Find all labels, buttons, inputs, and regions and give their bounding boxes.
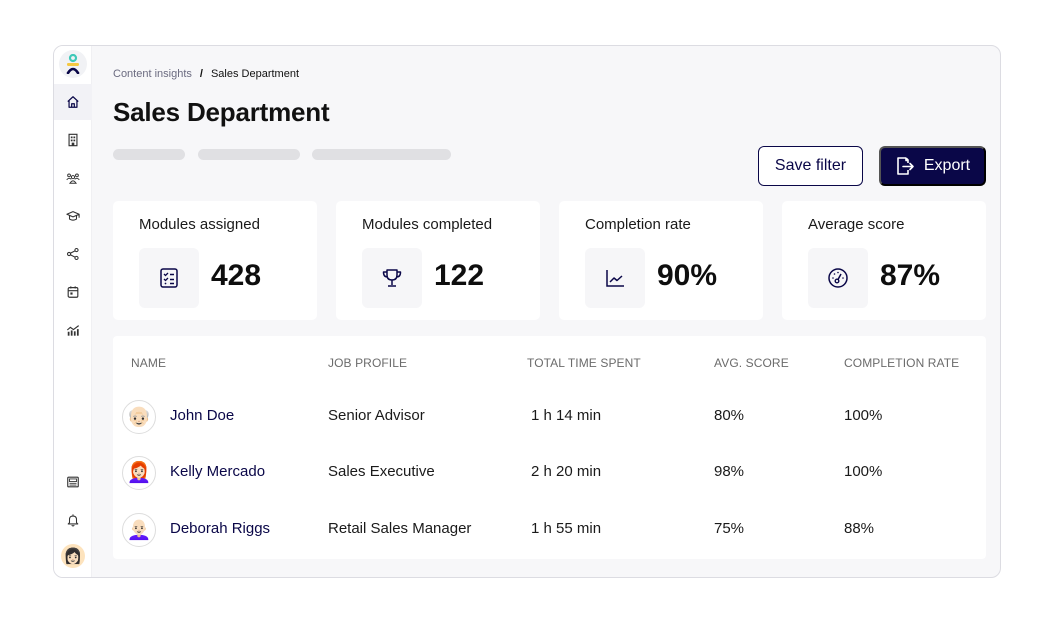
avatar-image: 👩🏻‍🦲 xyxy=(126,519,152,541)
column-header-completion-rate[interactable]: COMPLETION RATE xyxy=(844,356,959,370)
sidebar-item-notifications[interactable] xyxy=(54,502,92,538)
breadcrumb-separator: / xyxy=(199,68,203,80)
table-row[interactable]: 👩🏻‍🦲 Deborah Riggs Retail Sales Manager … xyxy=(113,505,986,555)
app-window: 👩🏻 Content insights / Sales Department S… xyxy=(53,45,1001,578)
breadcrumb-parent-link[interactable]: Content insights xyxy=(113,68,192,80)
time-spent-cell: 1 h 14 min xyxy=(531,407,602,424)
stat-label: Modules completed xyxy=(362,216,493,233)
avg-score-cell: 98% xyxy=(714,463,745,480)
loading-placeholder xyxy=(312,149,451,160)
time-spent-cell: 1 h 55 min xyxy=(531,520,602,537)
save-filter-button[interactable]: Save filter xyxy=(758,146,863,186)
logo-icon xyxy=(66,54,80,74)
breadcrumb: Content insights / Sales Department xyxy=(113,68,299,80)
user-name-link[interactable]: Deborah Riggs xyxy=(170,520,270,537)
table-row[interactable]: 👩🏻‍🦰 Kelly Mercado Sales Executive 2 h 2… xyxy=(113,448,986,498)
stat-card-completion-rate: Completion rate 90% xyxy=(559,201,763,320)
sidebar-item-share[interactable] xyxy=(54,236,92,272)
avatar: 👴🏻 xyxy=(122,400,156,434)
users-icon xyxy=(66,173,80,184)
avatar: 👩🏻‍🦲 xyxy=(122,513,156,547)
stat-value: 87% xyxy=(880,259,941,292)
checklist-icon xyxy=(160,268,178,288)
building-icon xyxy=(68,133,78,147)
page-title: Sales Department xyxy=(113,97,330,127)
completion-rate-cell: 88% xyxy=(844,520,875,537)
completion-rate-cell: 100% xyxy=(844,463,883,480)
calendar-icon xyxy=(67,286,79,298)
stat-card-modules-assigned: Modules assigned 428 xyxy=(113,201,317,320)
home-icon xyxy=(67,96,79,108)
chart-icon xyxy=(66,325,80,336)
avg-score-cell: 75% xyxy=(714,520,745,537)
job-profile-cell: Sales Executive xyxy=(328,463,435,480)
table-row[interactable]: 👴🏻 John Doe Senior Advisor 1 h 14 min 80… xyxy=(113,392,986,442)
time-spent-cell: 2 h 20 min xyxy=(531,463,602,480)
stat-card-modules-completed: Modules completed 122 xyxy=(336,201,540,320)
avatar: 👩🏻‍🦰 xyxy=(122,456,156,490)
stat-value: 122 xyxy=(434,259,485,292)
sidebar-item-home[interactable] xyxy=(54,84,92,120)
stat-label: Completion rate xyxy=(585,216,691,233)
stat-icon-container xyxy=(139,248,199,308)
job-profile-cell: Senior Advisor xyxy=(328,407,425,424)
column-header-name[interactable]: NAME xyxy=(131,356,166,370)
stat-label: Average score xyxy=(808,216,905,233)
trophy-icon xyxy=(382,269,402,287)
sidebar-item-courses[interactable] xyxy=(54,198,92,234)
stat-card-average-score: Average score 87% xyxy=(782,201,986,320)
avatar-image: 👩🏻‍🦰 xyxy=(126,462,152,484)
newspaper-icon xyxy=(67,476,79,488)
completion-rate-cell: 100% xyxy=(844,407,883,424)
sidebar-item-users[interactable] xyxy=(54,160,92,196)
loading-placeholder xyxy=(113,149,185,160)
line-chart-icon xyxy=(606,270,624,287)
loading-placeholder xyxy=(198,149,300,160)
stat-icon-container xyxy=(808,248,868,308)
stat-value: 90% xyxy=(657,259,718,292)
export-button-label: Export xyxy=(923,157,971,174)
column-header-job-profile[interactable]: JOB PROFILE xyxy=(328,356,407,370)
sidebar: 👩🏻 xyxy=(54,46,92,577)
sidebar-item-news[interactable] xyxy=(54,464,92,500)
sidebar-item-analytics[interactable] xyxy=(54,312,92,348)
bell-icon xyxy=(67,514,79,527)
breadcrumb-current: Sales Department xyxy=(210,68,299,80)
share-icon xyxy=(66,247,79,261)
graduation-cap-icon xyxy=(66,211,80,221)
sidebar-item-calendar[interactable] xyxy=(54,274,92,310)
export-button[interactable]: Export xyxy=(879,146,986,186)
sidebar-item-buildings[interactable] xyxy=(54,122,92,158)
job-profile-cell: Retail Sales Manager xyxy=(328,520,472,537)
stat-icon-container xyxy=(585,248,645,308)
stat-value: 428 xyxy=(211,259,262,292)
export-icon xyxy=(897,157,914,175)
avatar-image: 👴🏻 xyxy=(126,406,152,428)
column-header-total-time-spent[interactable]: TOTAL TIME SPENT xyxy=(527,356,641,370)
gauge-icon xyxy=(828,268,848,288)
user-avatar[interactable]: 👩🏻 xyxy=(61,544,85,568)
stat-label: Modules assigned xyxy=(139,216,260,233)
user-avatar-image: 👩🏻 xyxy=(63,547,83,565)
user-name-link[interactable]: John Doe xyxy=(170,407,234,424)
brand-logo[interactable] xyxy=(59,50,87,78)
user-name-link[interactable]: Kelly Mercado xyxy=(170,463,265,480)
stat-icon-container xyxy=(362,248,422,308)
avg-score-cell: 80% xyxy=(714,407,745,424)
users-table: NAME JOB PROFILE TOTAL TIME SPENT AVG. S… xyxy=(113,336,986,559)
column-header-avg-score[interactable]: AVG. SCORE xyxy=(714,356,789,370)
